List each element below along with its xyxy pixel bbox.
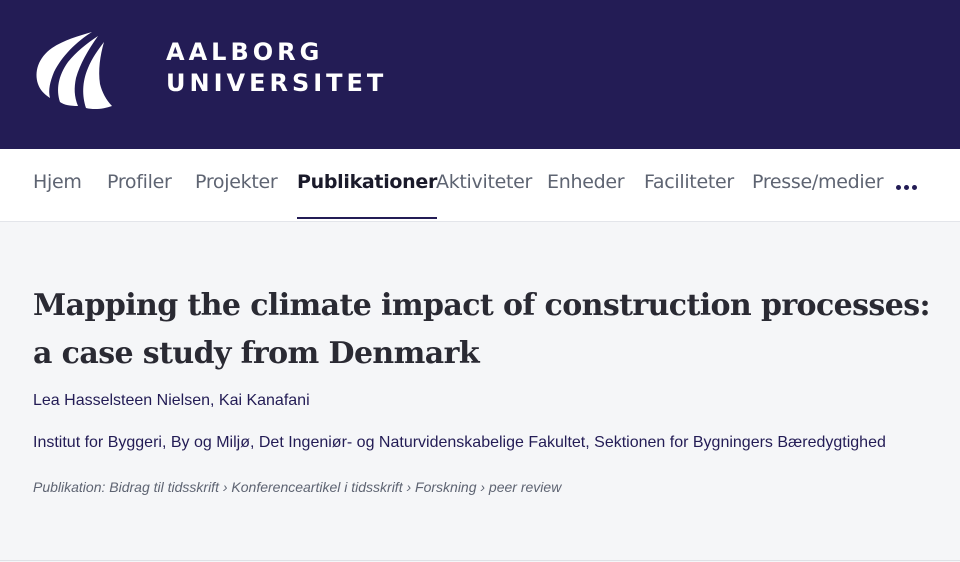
- page-title: Mapping the climate impact of constructi…: [33, 288, 931, 371]
- organisation-separator: ,: [249, 434, 259, 451]
- author-link[interactable]: Lea Hasselsteen Nielsen: [33, 392, 210, 409]
- nav-item-presse-medier[interactable]: Presse/medier: [752, 171, 884, 222]
- publication-classification: Publikation: Bidrag til tidsskrift › Kon…: [33, 479, 562, 495]
- nav-item-projekter[interactable]: Projekter: [195, 171, 278, 222]
- site-header: AALBORG UNIVERSITET: [0, 0, 960, 149]
- nav-item-aktiviteter[interactable]: Aktiviteter: [436, 171, 532, 222]
- organisation-list: Institut for Byggeri, By og Miljø, Det I…: [33, 434, 886, 452]
- organisation-link[interactable]: Sektionen for Bygningers Bæredygtighed: [594, 434, 886, 451]
- organisation-separator: ,: [585, 434, 595, 451]
- organisation-link[interactable]: Det Ingeniør- og Naturvidenskabelige Fak…: [259, 434, 585, 451]
- nav-item-publikationer[interactable]: Publikationer: [297, 171, 437, 222]
- nav-item-hjem[interactable]: Hjem: [33, 171, 82, 222]
- nav-item-enheder[interactable]: Enheder: [547, 171, 625, 222]
- aau-logo-icon[interactable]: [30, 28, 114, 112]
- author-list: Lea Hasselsteen Nielsen, Kai Kanafani: [33, 392, 310, 410]
- university-name[interactable]: AALBORG UNIVERSITET: [166, 37, 387, 99]
- author-link[interactable]: Kai Kanafani: [219, 392, 310, 409]
- logo-line-2: UNIVERSITET: [166, 69, 388, 97]
- publication-content: Mapping the climate impact of constructi…: [0, 222, 960, 561]
- logo-line-1: AALBORG: [166, 38, 324, 66]
- divider: [0, 560, 960, 561]
- nav-item-profiler[interactable]: Profiler: [107, 171, 172, 222]
- main-navigation: Hjem Profiler Projekter Publikationer Ak…: [0, 149, 960, 222]
- author-separator: ,: [210, 392, 219, 409]
- more-horizontal-icon[interactable]: [896, 185, 918, 191]
- organisation-link[interactable]: Institut for Byggeri, By og Miljø: [33, 434, 250, 451]
- nav-item-faciliteter[interactable]: Faciliteter: [644, 171, 734, 222]
